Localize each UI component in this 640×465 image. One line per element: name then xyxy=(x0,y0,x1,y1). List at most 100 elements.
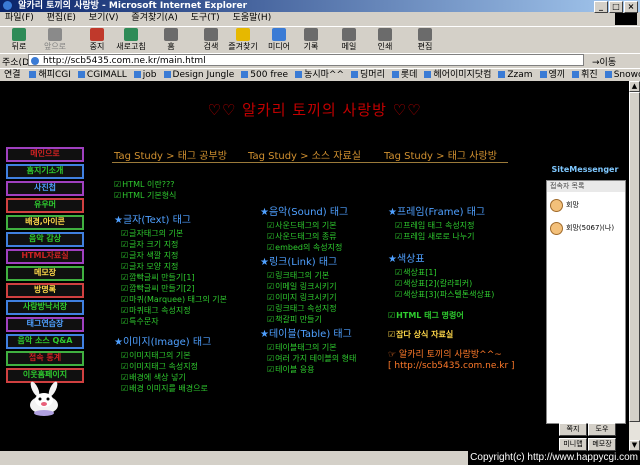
scrollbar-thumb[interactable] xyxy=(629,92,640,422)
tag-link[interactable]: 글자태그의 기본 xyxy=(114,228,227,239)
tag-link[interactable]: 이미지태그 속성지정 xyxy=(114,361,227,372)
sidebar-button[interactable]: 배경,아이콘 xyxy=(6,215,84,230)
tag-link[interactable]: 배경에 색상 넣기 xyxy=(114,372,227,383)
messenger-button[interactable]: 미니맵 xyxy=(559,438,587,451)
sidebar-button[interactable]: 메인으로 xyxy=(6,147,84,162)
tag-link[interactable]: 여러 가지 테이블의 형태 xyxy=(260,353,356,364)
toolbar-edit-button[interactable]: 편집 xyxy=(410,28,440,52)
section-tag-room[interactable]: Tag Study > 태그 사랑방 xyxy=(384,147,497,162)
sidebar-button[interactable]: 메모장 xyxy=(6,266,84,281)
menu-file[interactable]: 파일(F) xyxy=(5,13,34,23)
tag-link[interactable]: 깜빡글씨 만들기[2] xyxy=(114,283,227,294)
toolbar-home-button[interactable]: 홈 xyxy=(156,28,186,52)
link-item[interactable]: 롯데 xyxy=(392,70,418,80)
toolbar-mail-button[interactable]: 메일 xyxy=(334,28,364,52)
toolbar-label: 미디어 xyxy=(267,42,291,51)
intro-link[interactable]: HTML 이란??? xyxy=(114,179,227,190)
sidebar-button[interactable]: 태그연습장 xyxy=(6,317,84,332)
menu-tools[interactable]: 도구(T) xyxy=(191,13,220,23)
messenger-button[interactable]: 쪽지 xyxy=(559,423,587,436)
misc-knowledge-link[interactable]: 잡다 상식 자료실 xyxy=(388,329,515,340)
tag-link[interactable]: 색상표[1] xyxy=(388,267,515,278)
toolbar-refresh-button[interactable]: 새로고침 xyxy=(116,28,146,52)
toolbar-back-arrow-button[interactable]: 뒤로 xyxy=(4,28,34,52)
messenger-button[interactable]: 메모장 xyxy=(588,438,616,451)
tag-link[interactable]: 이미지태그의 기본 xyxy=(114,350,227,361)
intro-link[interactable]: HTML 기본형식 xyxy=(114,190,227,201)
sidebar-button[interactable]: HTML자료실 xyxy=(6,249,84,264)
tag-link[interactable]: 프레임 새로로 나누기 xyxy=(388,231,515,242)
section-divider xyxy=(112,162,508,163)
toolbar-stop-button[interactable]: 중지 xyxy=(82,28,112,52)
messenger-user[interactable]: 회망 xyxy=(550,197,625,215)
category-color-chart: ★색상표 xyxy=(388,254,425,265)
scroll-up-icon[interactable]: ▲ xyxy=(629,81,640,92)
tag-link[interactable]: 특수문자 xyxy=(114,316,227,327)
sidebar-button[interactable]: 사랑방낙서장 xyxy=(6,300,84,315)
site-title: ♡♡ 알카리 토끼의 사랑방 ♡♡ xyxy=(207,101,422,119)
tag-link[interactable]: 글자 크기 지정 xyxy=(114,239,227,250)
menu-favorites[interactable]: 즐겨찾기(A) xyxy=(131,13,177,23)
link-item[interactable]: 500 free xyxy=(241,70,288,80)
link-item[interactable]: 헤어이미지닷컴 xyxy=(424,70,491,80)
messenger-user[interactable]: 회망(5067)(나) xyxy=(550,220,625,238)
tag-link[interactable]: 링크태그의 기본 xyxy=(260,270,356,281)
section-source-room[interactable]: Tag Study > 소스 자료실 xyxy=(248,147,361,162)
link-item[interactable]: job xyxy=(134,70,157,80)
tag-link[interactable]: 마퀴(Marquee) 태그의 기본 xyxy=(114,294,227,305)
toolbar-media-button[interactable]: 미디어 xyxy=(264,28,294,52)
link-item[interactable]: Zzam xyxy=(498,70,532,80)
toolbar-search-button[interactable]: 검색 xyxy=(196,28,226,52)
tag-link[interactable]: 사운드태그의 종류 xyxy=(260,231,356,242)
link-item[interactable]: 휘진 xyxy=(572,70,598,80)
tag-link[interactable]: 이메일 링크시키기 xyxy=(260,281,356,292)
vertical-scrollbar[interactable]: ▲ ▼ xyxy=(629,81,640,451)
go-button[interactable]: →이동 xyxy=(592,55,616,68)
link-item[interactable]: 해피CGI xyxy=(29,70,70,80)
scroll-down-icon[interactable]: ▼ xyxy=(629,440,640,451)
html-command-link[interactable]: HTML 태그 명령어 xyxy=(388,310,515,321)
history-icon xyxy=(304,28,318,41)
sidebar-button[interactable]: 홈지기소개 xyxy=(6,164,84,179)
tag-link[interactable]: 깜빡글씨 만들기[1] xyxy=(114,272,227,283)
menu-help[interactable]: 도움말(H) xyxy=(233,13,272,23)
link-item[interactable]: 딩머리 xyxy=(351,70,385,80)
sidebar-button[interactable]: 접속 통계 xyxy=(6,351,84,366)
tag-link[interactable]: 배경 이미지를 배경으로 xyxy=(114,383,227,394)
address-input[interactable]: http://scb5435.com.ne.kr/main.html xyxy=(28,54,584,66)
toolbar-favorites-button[interactable]: 즐겨찾기 xyxy=(228,28,258,52)
menu-edit[interactable]: 편집(E) xyxy=(47,13,76,23)
toolbar-forward-arrow-button[interactable]: 앞으로 xyxy=(40,28,70,52)
tag-link[interactable]: 책갈피 만들기 xyxy=(260,314,356,325)
tag-link[interactable]: embed의 속성지정 xyxy=(260,242,356,253)
tag-link[interactable]: 글자 색깔 지정 xyxy=(114,250,227,261)
footer-url[interactable]: [ http://scb5435.com.ne.kr ] xyxy=(388,361,515,372)
link-item[interactable]: 농시마^^ xyxy=(295,70,344,80)
link-item[interactable]: Design Jungle xyxy=(164,70,235,80)
toolbar-history-button[interactable]: 기록 xyxy=(296,28,326,52)
sidebar-button[interactable]: 유우머 xyxy=(6,198,84,213)
section-tag-study[interactable]: Tag Study > 태그 공부방 xyxy=(114,147,227,162)
tag-link[interactable]: 이미지 링크시키기 xyxy=(260,292,356,303)
link-item[interactable]: Snowcat xyxy=(605,70,640,80)
address-url: http://scb5435.com.ne.kr/main.html xyxy=(43,56,206,66)
tag-link[interactable]: 색상표[2](칼라피커) xyxy=(388,278,515,289)
sidebar-button[interactable]: 방명록 xyxy=(6,283,84,298)
tag-link[interactable]: 테이블 응용 xyxy=(260,364,356,375)
menu-view[interactable]: 보기(V) xyxy=(89,13,119,23)
link-item[interactable]: 엥끼 xyxy=(540,70,566,80)
tag-link[interactable]: 마퀴태그 속성지정 xyxy=(114,305,227,316)
tag-link[interactable]: 테이블태그의 기본 xyxy=(260,342,356,353)
sidebar-button[interactable]: 음악 감상 xyxy=(6,232,84,247)
tag-link[interactable]: 사운드태그의 기본 xyxy=(260,220,356,231)
link-item[interactable]: CGIMALL xyxy=(78,70,127,80)
toolbar-print-button[interactable]: 인쇄 xyxy=(370,28,400,52)
messenger-button[interactable]: 도우 xyxy=(588,423,616,436)
tag-link[interactable]: 글자 모양 지정 xyxy=(114,261,227,272)
sidebar-button[interactable]: 음악 소스 Q&A xyxy=(6,334,84,349)
tag-link[interactable]: 색상표[3](파스텔톤색상표) xyxy=(388,289,515,300)
address-bar: 주소(D) http://scb5435.com.ne.kr/main.html… xyxy=(0,53,640,68)
tag-link[interactable]: 프레임 태그 속성지정 xyxy=(388,220,515,231)
tag-link[interactable]: 링크태그 속성지정 xyxy=(260,303,356,314)
sidebar-button[interactable]: 사진첩 xyxy=(6,181,84,196)
